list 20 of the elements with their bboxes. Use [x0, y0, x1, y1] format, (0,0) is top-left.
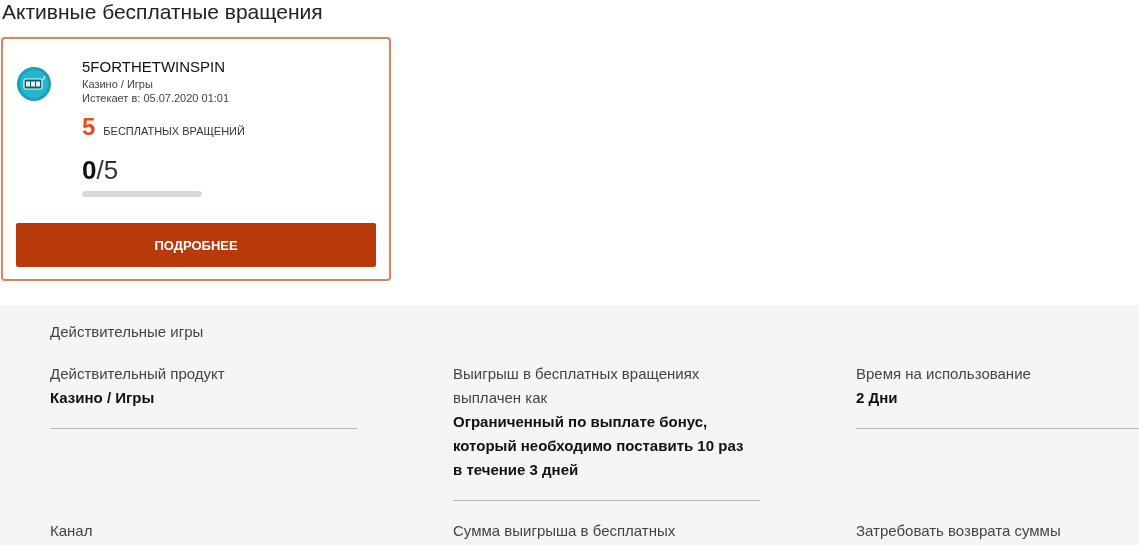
field-value: Ограниченный по выплате бонус, который необходимо поставить 10 раз в течение 3 дней — [453, 412, 745, 480]
field-value: 2 Дни — [856, 388, 899, 408]
field-label: Сумма выигрыша в бесплатных — [453, 521, 677, 541]
field-label: Время на использование — [856, 364, 1032, 384]
section-heading: Действительные игры — [50, 323, 205, 340]
expiry-date: Истекает в: 05.07.2020 01:01 — [82, 91, 231, 105]
field-label: Канал — [50, 521, 94, 541]
spins-label: БЕСПЛАТНЫХ ВРАЩЕНИЙ — [103, 125, 245, 137]
details-button[interactable]: ПОДРОБНЕЕ — [16, 223, 376, 267]
total-count: /5 — [96, 155, 119, 185]
slot-machine-icon — [16, 66, 52, 102]
field-label: Действительный продукт — [50, 364, 226, 384]
bonus-category: Казино / Игры — [82, 77, 154, 91]
used-count: 0 — [82, 155, 97, 185]
field-value: Казино / Игры — [50, 388, 156, 408]
field-label: Выигрыш в бесплатных вращениях выплачен как — [453, 364, 701, 408]
spins-count: 5 — [82, 113, 96, 141]
field-label: Затребовать возврата суммы — [856, 521, 1062, 541]
page-title: Активные бесплатные вращения — [1, 0, 324, 24]
bonus-name: 5FORTHETWINSPIN — [82, 57, 227, 77]
